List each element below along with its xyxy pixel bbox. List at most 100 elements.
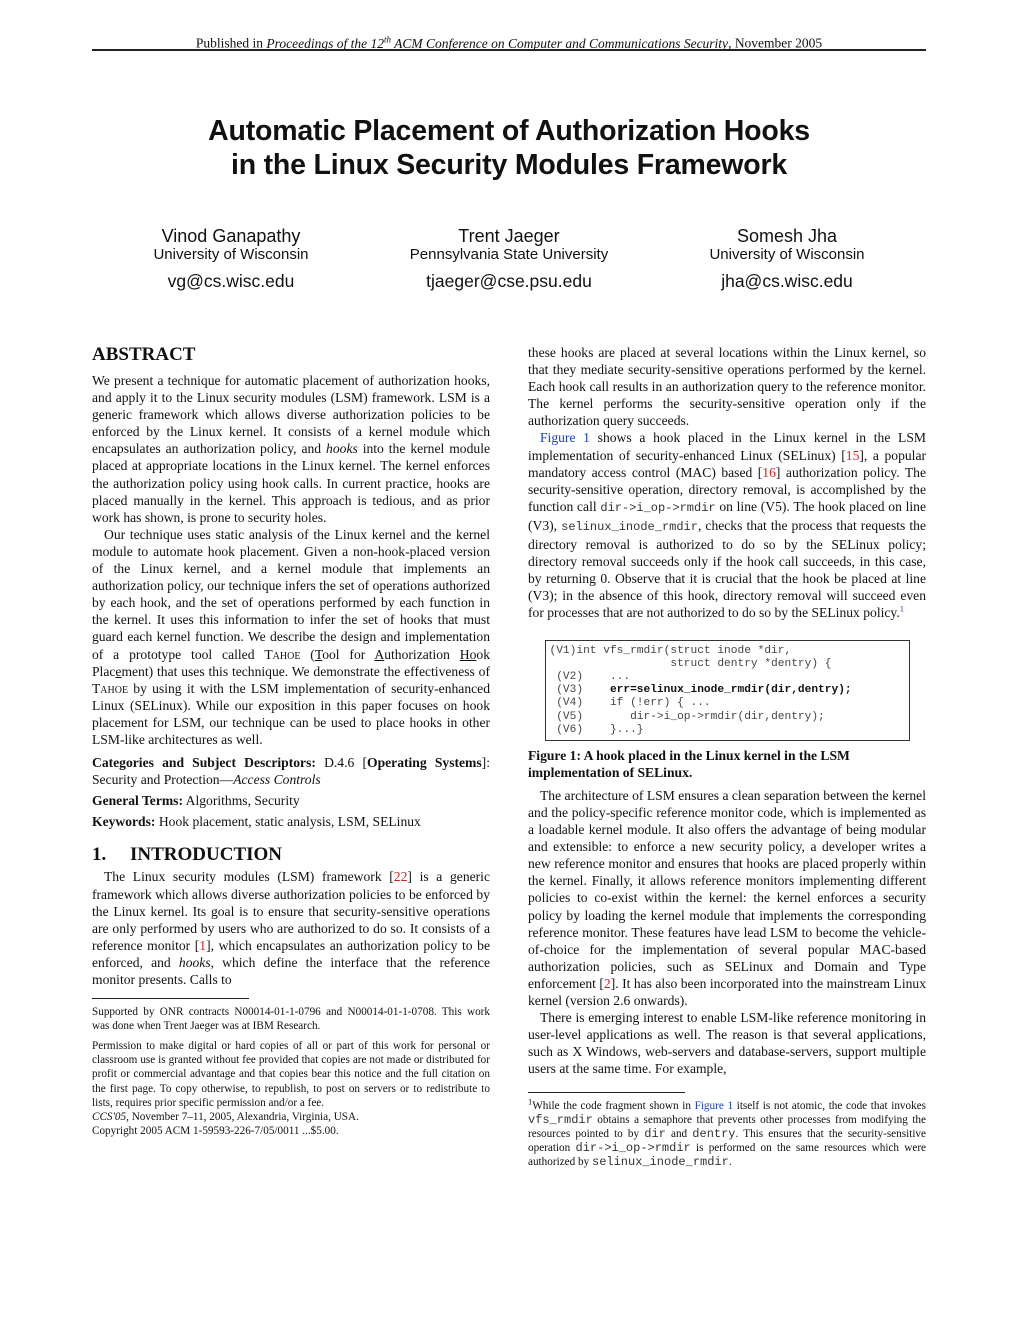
keywords-label: Keywords:	[92, 814, 156, 830]
line-label: (V3)	[556, 684, 590, 697]
general-terms-value: Algorithms, Security	[183, 793, 300, 809]
abstract-paragraph-2: Our technique uses static analysis of th…	[92, 526, 490, 748]
footnote-marker[interactable]: 1	[900, 604, 904, 614]
general-terms: General Terms: Algorithms, Security	[92, 792, 490, 809]
author-affiliation: University of Wisconsin	[153, 246, 309, 263]
abstract-paragraph-1: We present a technique for automatic pla…	[92, 372, 490, 526]
line-code: if (!err) { ...	[589, 697, 711, 710]
keywords-value: Hook placement, static analysis, LSM, SE…	[155, 814, 421, 830]
architecture-paragraph: The architecture of LSM ensures a clean …	[528, 787, 926, 1009]
emphasis: hooks	[326, 441, 358, 457]
text: Our technique uses static analysis of th…	[92, 526, 490, 662]
user-level-paragraph: There is emerging interest to enable LSM…	[528, 1010, 926, 1077]
title-line-2: in the Linux Security Modules Framework	[231, 149, 787, 181]
line-label: (V6)	[556, 723, 590, 736]
acronym-letter: Ho	[459, 646, 477, 662]
code-line: (V6) }...}	[550, 724, 905, 737]
text: uthorization	[384, 646, 460, 662]
keywords: Keywords: Hook placement, static analysi…	[92, 813, 490, 830]
introduction-paragraph-1: The Linux security modules (LSM) framewo…	[92, 868, 490, 988]
text: by using it with the LSM implementation …	[92, 680, 490, 747]
permission-text: Permission to make digital or hard copie…	[92, 1040, 490, 1109]
line-code-hook: err=selinux_inode_rmdir(dir,dentry);	[589, 684, 852, 697]
text: .	[728, 1155, 732, 1168]
continued-paragraph: these hooks are placed at several locati…	[528, 345, 926, 429]
section-title: INTRODUCTION	[130, 844, 283, 866]
line-label: (V5)	[556, 710, 590, 723]
figure-1-code-listing: (V1)int vfs_rmdir(struct inode *dir, str…	[544, 639, 910, 741]
categories-descriptors: Categories and Subject Descriptors: D.4.…	[92, 754, 490, 788]
code-line: (V3) err=selinux_inode_rmdir(dir,dentry)…	[550, 684, 905, 697]
citation-link[interactable]: 16	[762, 465, 776, 480]
categories-label: Categories and Subject Descriptors:	[92, 755, 316, 771]
code-line: (V4) if (!err) { ...	[550, 697, 905, 710]
line-code: ...	[589, 670, 631, 683]
general-terms-label: General Terms:	[92, 793, 183, 809]
footnote-divider	[528, 1091, 685, 1093]
code-line: struct dentry *dentry) {	[550, 658, 905, 671]
text: ool for	[322, 646, 375, 662]
author-name: Somesh Jha	[736, 226, 838, 246]
inline-code: dir->i_op->rmdir	[575, 1140, 691, 1155]
header-rule	[92, 49, 926, 51]
author-email[interactable]: vg@cs.wisc.edu	[92, 271, 370, 291]
conference-abbrev: CCS'05,	[92, 1110, 129, 1123]
text: D.4.6 [	[315, 755, 367, 771]
author-email[interactable]: jha@cs.wisc.edu	[648, 271, 926, 291]
author-2: Trent Jaeger Pennsylvania State Universi…	[370, 226, 648, 291]
author-3: Somesh Jha University of Wisconsin jha@c…	[648, 226, 926, 291]
author-name: Trent Jaeger	[458, 226, 560, 246]
code-line: (V1)int vfs_rmdir(struct inode *dir,	[550, 645, 905, 658]
footnote-divider	[92, 998, 249, 1000]
citation-link[interactable]: 15	[846, 448, 860, 463]
text: (	[300, 646, 315, 662]
left-column: ABSTRACT We present a technique for auto…	[92, 344, 490, 1138]
figure-link[interactable]: Figure 1	[540, 430, 590, 445]
line-code: int vfs_rmdir(struct inode *dir,	[576, 644, 792, 657]
citation-link[interactable]: 2	[604, 976, 611, 991]
text: The architecture of LSM ensures a clean …	[528, 787, 926, 991]
support-footnote: Supported by ONR contracts N00014-01-1-0…	[92, 1006, 490, 1033]
line-code: struct dentry *dentry) {	[576, 657, 832, 670]
conference-details: November 7–11, 2005, Alexandria, Virgini…	[128, 1110, 359, 1123]
code-line: (V5) dir->i_op->rmdir(dir,dentry);	[550, 711, 905, 724]
author-name: Vinod Ganapathy	[161, 226, 301, 246]
text: While the code fragment shown in	[532, 1099, 695, 1112]
category-term: Operating Systems	[367, 755, 482, 771]
tool-name: Tahoe	[92, 680, 129, 696]
author-affiliation: Pennsylvania State University	[409, 246, 609, 263]
emphasis: hooks	[178, 954, 211, 970]
figure-1-caption: Figure 1: A hook placed in the Linux ker…	[528, 747, 850, 780]
introduction-heading: 1. INTRODUCTION	[92, 844, 490, 866]
inline-code: dir	[644, 1126, 666, 1141]
inline-code: selinux_inode_rmdir	[561, 519, 698, 534]
tool-name: Tahoe	[264, 646, 301, 662]
line-label: (V1)	[549, 644, 577, 657]
figure-link[interactable]: Figure 1	[695, 1100, 733, 1112]
venue-sup: th	[383, 34, 391, 44]
copyright-line: Copyright 2005 ACM 1-59593-226-7/05/0011…	[92, 1124, 339, 1137]
category-subterm: Access Controls	[233, 772, 321, 788]
right-column: these hooks are placed at several locati…	[528, 344, 926, 1169]
inline-code: selinux_inode_rmdir	[592, 1154, 729, 1169]
title-line-1: Automatic Placement of Authorization Hoo…	[208, 115, 810, 147]
section-number: 1.	[92, 844, 107, 866]
code-line: (V2) ...	[550, 671, 905, 684]
citation-link[interactable]: 22	[394, 869, 408, 884]
inline-code: vfs_rmdir	[528, 1112, 593, 1127]
text: itself is not atomic, the code that invo…	[733, 1099, 927, 1112]
figure-description-paragraph: Figure 1 shows a hook placed in the Linu…	[528, 429, 926, 621]
line-label: (V2)	[556, 670, 590, 683]
author-block: Vinod Ganapathy University of Wisconsin …	[92, 226, 926, 291]
text: ment) that uses this technique. We demon…	[121, 663, 490, 679]
line-code: }...}	[589, 723, 644, 736]
author-email[interactable]: tjaeger@cse.psu.edu	[370, 271, 648, 291]
text: The Linux security modules (LSM) framewo…	[104, 869, 394, 885]
text: and	[665, 1127, 693, 1140]
paper-title: Automatic Placement of Authorization Hoo…	[92, 114, 926, 182]
acronym-letter: A	[374, 646, 385, 662]
line-code: dir->i_op->rmdir(dir,dentry);	[589, 710, 825, 723]
inline-code: dentry	[692, 1126, 736, 1141]
author-affiliation: University of Wisconsin	[709, 246, 865, 263]
author-1: Vinod Ganapathy University of Wisconsin …	[92, 226, 370, 291]
